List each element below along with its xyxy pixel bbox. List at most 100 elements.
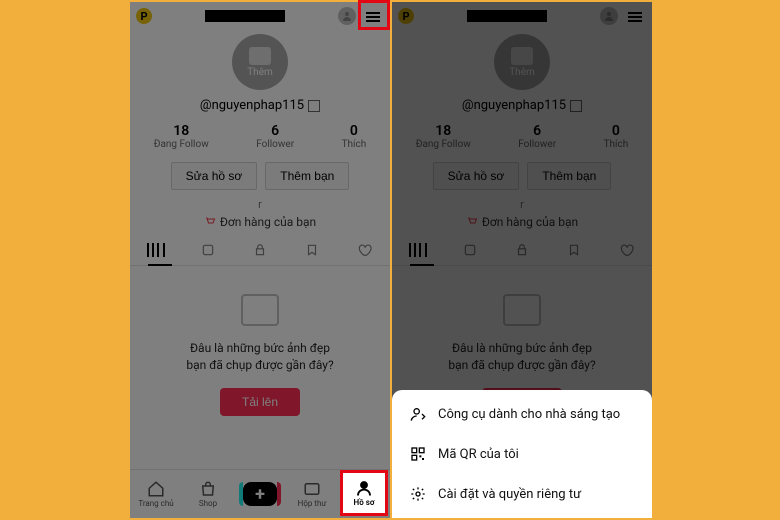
home-icon [147,480,165,498]
shop-icon [199,480,217,498]
avatar[interactable]: Thêm [232,34,288,90]
r-mark: r [520,198,524,211]
followers-count: 6 [533,123,541,139]
add-friends-button[interactable]: Thêm bạn [527,162,611,190]
following-label: Đang Follow [416,139,471,150]
nav-home-label: Trang chủ [138,499,173,508]
followers-label: Follower [518,139,556,150]
stat-following[interactable]: 18Đang Follow [416,123,471,150]
avatar-add-label: Thêm [509,67,535,78]
tab-grid-icon[interactable] [409,243,427,257]
qr-code-icon [410,446,426,462]
profile-section: Thêm @nguyenphap115 18 Đang Follow 6 Fol… [130,34,390,416]
stats-row: 18Đang Follow 6Follower 0Thích [392,123,652,150]
cart-icon [204,216,216,228]
orders-label: Đơn hàng của bạn [482,215,578,229]
tab-lock-icon[interactable] [251,243,269,257]
sheet-qr-code[interactable]: Mã QR của tôi [392,434,652,474]
orders-row[interactable]: Đơn hàng của bạn [204,215,316,229]
profile-section: Thêm @nguyenphap115 18Đang Follow 6Follo… [392,34,652,416]
highlight-hamburger [358,0,390,30]
sheet-creator-tools[interactable]: Công cụ dành cho nhà sáng tạo [392,394,652,434]
empty-state: Đâu là những bức ảnh đẹp bạn đã chụp đượ… [174,294,345,416]
account-switch-icon[interactable] [600,7,618,25]
qr-icon[interactable] [570,100,582,112]
stats-row: 18 Đang Follow 6 Follower 0 Thích [130,123,390,150]
followers-label: Follower [256,139,294,150]
inbox-icon [303,480,321,498]
phone-right: P Thêm @nguyenphap115 18Đang Follow 6Fol… [392,2,652,518]
cart-icon [466,216,478,228]
stat-followers[interactable]: 6Follower [518,123,556,150]
phone-left: P Thêm @nguyenphap115 18 Đang Fo [130,2,390,518]
likes-label: Thích [604,139,629,150]
edit-profile-button[interactable]: Sửa hồ sơ [433,162,520,190]
tab-heart-icon[interactable] [355,243,373,257]
topbar: P [392,2,652,30]
orders-label: Đơn hàng của bạn [220,215,316,229]
plus-button-icon: + [243,482,277,506]
nav-shop-label: Shop [199,499,217,508]
likes-count: 0 [612,123,620,139]
account-switch-icon[interactable] [338,7,356,25]
username-redacted [205,10,285,22]
stat-following[interactable]: 18 Đang Follow [154,123,209,150]
sheet-settings-label: Cài đặt và quyền riêng tư [438,487,581,502]
profile-icon [355,479,373,497]
camera-icon [511,47,533,65]
likes-count: 0 [350,123,358,139]
tab-active-indicator [410,264,434,266]
profile-handle: @nguyenphap115 [200,98,320,113]
stat-likes[interactable]: 0Thích [604,123,629,150]
nav-shop[interactable]: Shop [182,470,234,518]
likes-label: Thích [342,139,367,150]
creator-tools-icon [410,406,426,422]
profile-tabs [130,243,390,266]
sheet-creator-label: Công cụ dành cho nhà sáng tạo [438,407,620,422]
tab-sticker-icon[interactable] [199,243,217,257]
qr-icon[interactable] [308,100,320,112]
tab-bookmark-icon[interactable] [303,243,321,257]
camera-icon [249,47,271,65]
gear-icon [410,486,426,502]
empty-text: Đâu là những bức ảnh đẹp bạn đã chụp đượ… [186,340,333,374]
stat-likes[interactable]: 0 Thích [342,123,367,150]
avatar[interactable]: Thêm [494,34,550,90]
topbar: P [130,2,390,30]
r-mark: r [258,198,262,211]
p-badge: P [136,8,152,24]
nav-inbox-label: Hộp thư [298,499,327,508]
tab-lock-icon[interactable] [513,243,531,257]
add-friends-button[interactable]: Thêm bạn [265,162,349,190]
edit-profile-button[interactable]: Sửa hồ sơ [171,162,258,190]
tab-bookmark-icon[interactable] [565,243,583,257]
p-badge: P [398,8,414,24]
following-count: 18 [173,123,189,139]
following-count: 18 [435,123,451,139]
following-label: Đang Follow [154,139,209,150]
handle-text: @nguyenphap115 [200,98,304,113]
nav-profile-label: Hồ sơ [354,498,375,507]
hamburger-menu-icon[interactable] [624,5,646,27]
orders-row[interactable]: Đơn hàng của bạn [466,215,578,229]
tab-active-indicator [148,264,172,266]
tab-sticker-icon[interactable] [461,243,479,257]
handle-text: @nguyenphap115 [462,98,566,113]
empty-text: Đâu là những bức ảnh đẹp bạn đã chụp đượ… [448,340,595,374]
tab-grid-icon[interactable] [147,243,165,257]
nav-create[interactable]: + [234,470,286,518]
sheet-qr-label: Mã QR của tôi [438,447,519,462]
sheet-settings-privacy[interactable]: Cài đặt và quyền riêng tư [392,474,652,514]
menu-sheet: Công cụ dành cho nhà sáng tạo Mã QR của … [392,390,652,518]
image-placeholder-icon [503,294,541,326]
profile-tabs [392,243,652,266]
image-placeholder-icon [241,294,279,326]
highlight-profile-tab: Hồ sơ [340,470,388,516]
followers-count: 6 [271,123,279,139]
nav-home[interactable]: Trang chủ [130,470,182,518]
nav-inbox[interactable]: Hộp thư [286,470,338,518]
profile-handle: @nguyenphap115 [462,98,582,113]
tab-heart-icon[interactable] [617,243,635,257]
upload-button[interactable]: Tải lên [220,388,300,416]
stat-followers[interactable]: 6 Follower [256,123,294,150]
